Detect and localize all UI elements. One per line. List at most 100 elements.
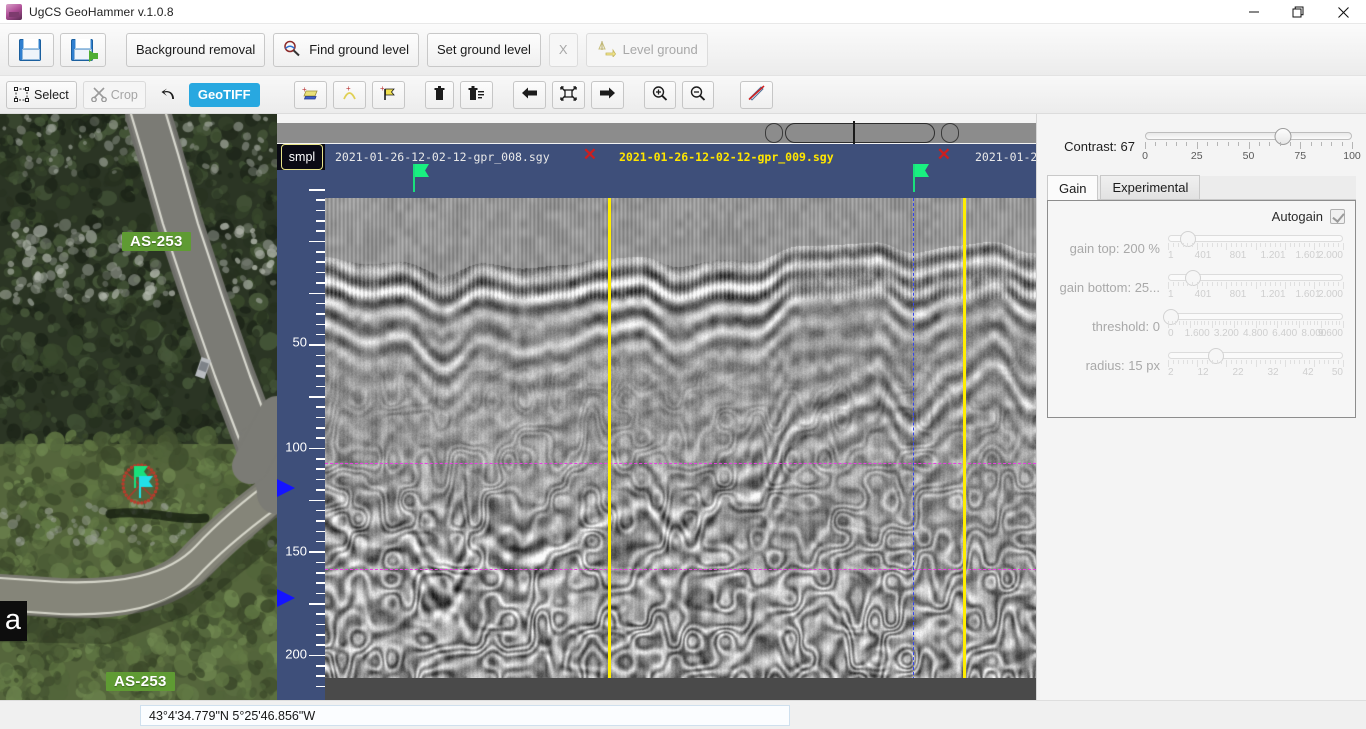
add-layer-button[interactable]: + (294, 81, 327, 109)
gain-top-tick-label: 401 (1195, 250, 1212, 261)
maximize-icon[interactable] (1276, 0, 1321, 24)
radius-slider[interactable]: 21222324250 (1168, 347, 1343, 380)
trash-icon (433, 86, 446, 104)
survey-flag-marker[interactable] (413, 164, 429, 192)
radius-label: radius: 15 px (1056, 347, 1160, 373)
axis-tick (316, 303, 325, 305)
axis-tick (316, 230, 325, 232)
fit-screen-button[interactable] (552, 81, 585, 109)
contrast-tick-label: 0 (1142, 150, 1148, 162)
map-canvas[interactable] (0, 114, 277, 700)
axis-label: 150 (285, 544, 307, 559)
add-curve-button[interactable]: + (333, 81, 366, 109)
save-button[interactable] (8, 33, 54, 67)
autogain-checkbox[interactable] (1330, 209, 1345, 224)
axis-tick (316, 613, 325, 615)
find-ground-level-button[interactable]: Find ground level (273, 33, 419, 67)
add-layer-icon: + (302, 86, 319, 104)
gpr-canvas[interactable] (325, 198, 1036, 700)
axis-tick (316, 510, 325, 512)
depth-marker-1[interactable] (277, 479, 295, 497)
tab-gain[interactable]: Gain (1047, 175, 1098, 200)
gain-top-tick-label: 2.000 (1318, 250, 1343, 261)
threshold-tick-label: 6.400 (1272, 328, 1297, 339)
threshold-rail[interactable] (1168, 313, 1343, 320)
depth-marker-2[interactable] (277, 589, 295, 607)
scroll-handle-right[interactable] (941, 123, 959, 143)
background-removal-label: Background removal (136, 42, 255, 57)
close-icon[interactable]: ✕ (583, 148, 597, 162)
coordinates-field[interactable]: 43°4'34.779"N 5°25'46.856"W (140, 705, 790, 726)
select-label: Select (34, 88, 69, 102)
axis-tick (316, 437, 325, 439)
map-road-label-top: AS-253 (122, 232, 191, 251)
gpr-footer-band (325, 678, 1036, 700)
gain-settings-box: Autogain gain top: 200 %14018011.2011.60… (1047, 200, 1356, 418)
horizon-line-1 (325, 463, 1036, 464)
gpr-image-area[interactable] (325, 198, 1036, 700)
close-icon[interactable]: ✕ (937, 148, 951, 162)
background-removal-button[interactable]: Background removal (126, 33, 265, 67)
measure-off-button[interactable] (740, 81, 773, 109)
delete-button[interactable] (425, 81, 454, 109)
scroll-thumb[interactable] (785, 123, 935, 143)
fit-screen-icon (560, 86, 577, 104)
radargram-view[interactable]: smpl 50100150200 2021-01-26-12-02-12-gpr… (277, 114, 1036, 700)
gain-sliders: gain top: 200 % 14018011.2011.6012.000 gai… (1056, 230, 1345, 380)
select-button[interactable]: Select (6, 81, 77, 109)
gain-bottom-slider[interactable]: 14018011.2011.6012.000 (1168, 269, 1343, 302)
axis-tick (316, 458, 325, 460)
axis-label: 100 (285, 440, 307, 455)
next-button[interactable] (591, 81, 624, 109)
contrast-rail[interactable] (1145, 132, 1352, 140)
threshold-tickmarks (1168, 321, 1343, 328)
undo-button[interactable] (152, 81, 183, 109)
axis-tick (316, 634, 325, 636)
gain-top-rail[interactable] (1168, 235, 1343, 242)
close-icon[interactable] (1321, 0, 1366, 24)
level-ground-button[interactable]: Level ground (586, 33, 708, 67)
delete-all-button[interactable] (460, 81, 493, 109)
gain-bottom-tick-label: 1.201 (1260, 289, 1285, 300)
scissors-icon (91, 87, 106, 102)
radius-tick-label: 50 (1332, 367, 1343, 378)
contrast-slider[interactable]: 0255075100 (1145, 126, 1352, 164)
axis-tick (316, 272, 325, 274)
gain-bottom-label: gain bottom: 25... (1056, 269, 1160, 295)
save-as-button[interactable] (60, 33, 106, 67)
autogain-row[interactable]: Autogain (1056, 209, 1345, 224)
threshold-slider[interactable]: 01.6003.2004.8006.4008.0009.600 (1168, 308, 1343, 341)
gain-bottom-tick-label: 1 (1168, 289, 1174, 300)
set-ground-level-button[interactable]: Set ground level (427, 33, 541, 67)
zoom-out-button[interactable] (682, 81, 714, 109)
file-tab-009[interactable]: 2021-01-26-12-02-12-gpr_009.sgy ✕ (609, 144, 965, 198)
minimize-icon[interactable] (1231, 0, 1276, 24)
add-flag-button[interactable]: + (372, 81, 405, 109)
crop-button[interactable]: Crop (83, 81, 146, 109)
axis-label: 200 (285, 647, 307, 662)
contrast-tickmarks (1145, 142, 1352, 149)
axis-tick (316, 562, 325, 564)
gain-bottom-tick-label: 401 (1195, 289, 1212, 300)
gain-top-slider[interactable]: 14018011.2011.6012.000 (1168, 230, 1343, 263)
gain-bottom-rail[interactable] (1168, 274, 1343, 281)
previous-button[interactable] (513, 81, 546, 109)
gain-bottom-tick-label: 801 (1230, 289, 1247, 300)
file-tab-010[interactable]: 2021-01-26-12-02-12-gp (965, 144, 1036, 198)
axis-tick (309, 344, 325, 346)
radius-rail[interactable] (1168, 352, 1343, 359)
gain-top-tickmarks (1168, 243, 1343, 250)
file-tab-008[interactable]: 2021-01-26-12-02-12-gpr_008.sgy ✕ (325, 144, 609, 198)
radargram-scroll-strip[interactable] (277, 114, 1036, 144)
scroll-handle-left[interactable] (765, 123, 783, 143)
threshold-label: threshold: 0 (1056, 308, 1160, 334)
survey-flag-marker[interactable] (913, 164, 929, 192)
clear-ground-level-button[interactable]: X (549, 33, 578, 67)
map-view[interactable]: AS-253 AS-253 a (0, 114, 277, 700)
threshold-tick-label: 1.600 (1185, 328, 1210, 339)
tab-experimental[interactable]: Experimental (1100, 175, 1200, 199)
tab-gain-label: Gain (1059, 181, 1086, 196)
geotiff-button[interactable]: GeoTIFF (189, 83, 260, 107)
zoom-in-button[interactable] (644, 81, 676, 109)
gain-top-label: gain top: 200 % (1056, 230, 1160, 256)
